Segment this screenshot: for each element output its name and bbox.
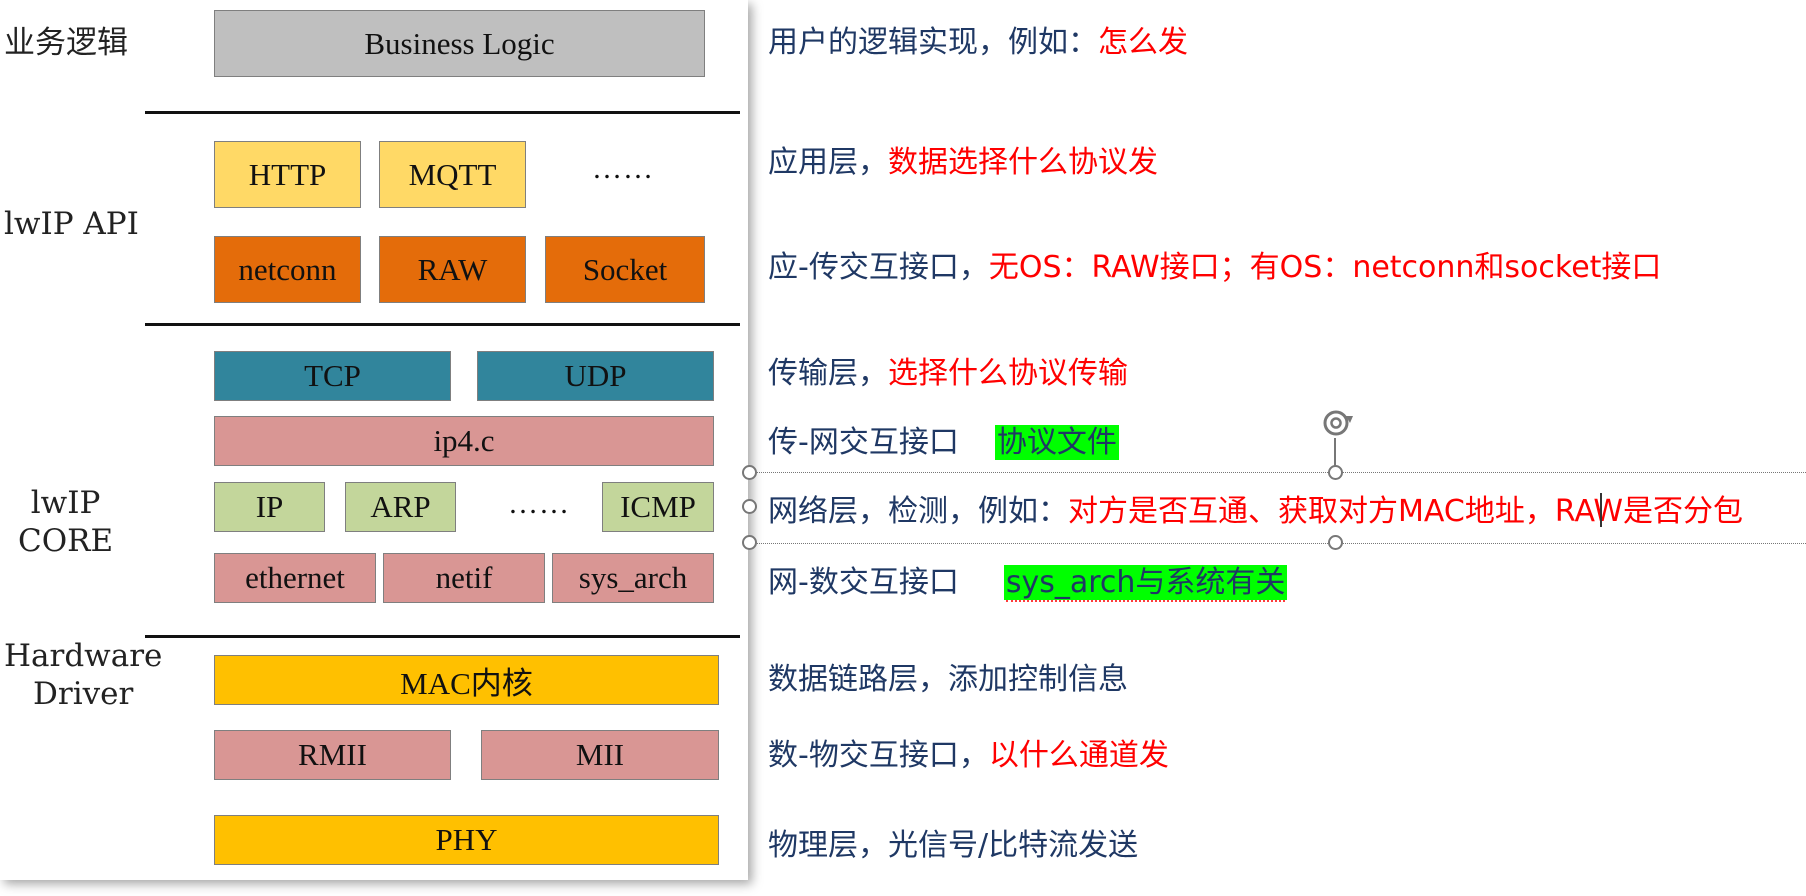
- lwip-layer-diagram: 业务逻辑 lwIP API lwIP CORE Hardware Driver …: [0, 0, 748, 880]
- note-transport-network-interface[interactable]: 传-网交互接口 协议文件: [768, 423, 1119, 463]
- note-datalink[interactable]: 数据链路层，添加控制信息: [768, 660, 1128, 700]
- block-ip4c[interactable]: ip4.c: [214, 416, 714, 466]
- side-label-core: lwIP CORE: [18, 485, 114, 559]
- side-label-hw: Hardware Driver: [4, 638, 163, 712]
- block-netconn[interactable]: netconn: [214, 236, 361, 303]
- note-application[interactable]: 应用层，数据选择什么协议发: [768, 143, 1158, 183]
- note-transport[interactable]: 传输层，选择什么协议传输: [768, 354, 1128, 394]
- side-label-api: lwIP API: [4, 206, 139, 242]
- text-cursor: [1600, 493, 1602, 527]
- note-protocol-file-highlight: 协议文件: [994, 425, 1119, 460]
- note-network-datalink-text: 网-数交互接口: [768, 565, 959, 600]
- block-core-more: ……: [508, 487, 570, 520]
- note-sys-arch-highlight: sys_arch与系统有关: [1003, 565, 1288, 602]
- block-rmii[interactable]: RMII: [214, 730, 451, 780]
- resize-handle-middle-left[interactable]: [742, 499, 757, 514]
- separator-line: [145, 323, 740, 326]
- note-transport-network-text: 传-网交互接口: [768, 425, 959, 460]
- note-business-red: 怎么发: [1098, 25, 1188, 60]
- rotation-handle-stem: [1334, 438, 1336, 466]
- block-sys-arch[interactable]: sys_arch: [552, 553, 714, 603]
- resize-handle-bottom-left[interactable]: [742, 535, 757, 550]
- note-transport-red: 选择什么协议传输: [888, 356, 1128, 391]
- block-ethernet[interactable]: ethernet: [214, 553, 376, 603]
- resize-handle-top-left[interactable]: [742, 465, 757, 480]
- block-netif[interactable]: netif: [383, 553, 545, 603]
- block-http[interactable]: HTTP: [214, 141, 361, 208]
- block-api-more: ……: [592, 152, 654, 185]
- note-application-red: 数据选择什么协议发: [888, 145, 1158, 180]
- note-datalink-physical-red: 以什么通道发: [988, 738, 1169, 773]
- block-ip[interactable]: IP: [214, 482, 325, 532]
- block-mac-core[interactable]: MAC内核: [214, 655, 719, 705]
- separator-line: [145, 635, 740, 638]
- note-business-text: 用户的逻辑实现，例如：: [768, 25, 1098, 60]
- block-phy[interactable]: PHY: [214, 815, 719, 865]
- note-physical-text: 物理层，光信号/比特流发送: [768, 828, 1139, 863]
- block-business-logic[interactable]: Business Logic: [214, 10, 705, 77]
- note-app-transport-red: 无OS：RAW接口；有OS：netconn和socket接口: [988, 250, 1662, 285]
- note-app-transport-interface[interactable]: 应-传交互接口，无OS：RAW接口；有OS：netconn和socket接口: [768, 248, 1661, 288]
- note-datalink-text: 数据链路层，添加控制信息: [768, 662, 1128, 697]
- block-mii[interactable]: MII: [481, 730, 719, 780]
- block-socket[interactable]: Socket: [545, 236, 705, 303]
- slide-canvas: 业务逻辑 lwIP API lwIP CORE Hardware Driver …: [0, 0, 1806, 896]
- block-udp[interactable]: UDP: [477, 351, 714, 401]
- block-tcp[interactable]: TCP: [214, 351, 451, 401]
- note-physical[interactable]: 物理层，光信号/比特流发送: [768, 826, 1138, 866]
- note-network-datalink-interface[interactable]: 网-数交互接口 sys_arch与系统有关: [768, 563, 1288, 603]
- block-raw[interactable]: RAW: [379, 236, 526, 303]
- block-icmp[interactable]: ICMP: [602, 482, 714, 532]
- block-arp[interactable]: ARP: [345, 482, 456, 532]
- text-box-selection[interactable]: [748, 472, 1806, 544]
- resize-handle-top-middle[interactable]: [1328, 465, 1343, 480]
- rotate-icon[interactable]: [1319, 404, 1357, 442]
- note-sys-arch-highlight-text: sys_arch与系统有关: [1005, 565, 1286, 602]
- block-mqtt[interactable]: MQTT: [379, 141, 526, 208]
- note-app-transport-text: 应-传交互接口，: [768, 250, 989, 285]
- note-business[interactable]: 用户的逻辑实现，例如：怎么发: [768, 23, 1188, 63]
- separator-line: [145, 111, 740, 114]
- note-datalink-physical-interface[interactable]: 数-物交互接口，以什么通道发: [768, 736, 1169, 776]
- side-label-business: 业务逻辑: [4, 25, 128, 61]
- note-transport-text: 传输层，: [768, 356, 888, 391]
- note-application-text: 应用层，: [768, 145, 888, 180]
- resize-handle-bottom-middle[interactable]: [1328, 535, 1343, 550]
- note-datalink-physical-text: 数-物交互接口，: [768, 738, 989, 773]
